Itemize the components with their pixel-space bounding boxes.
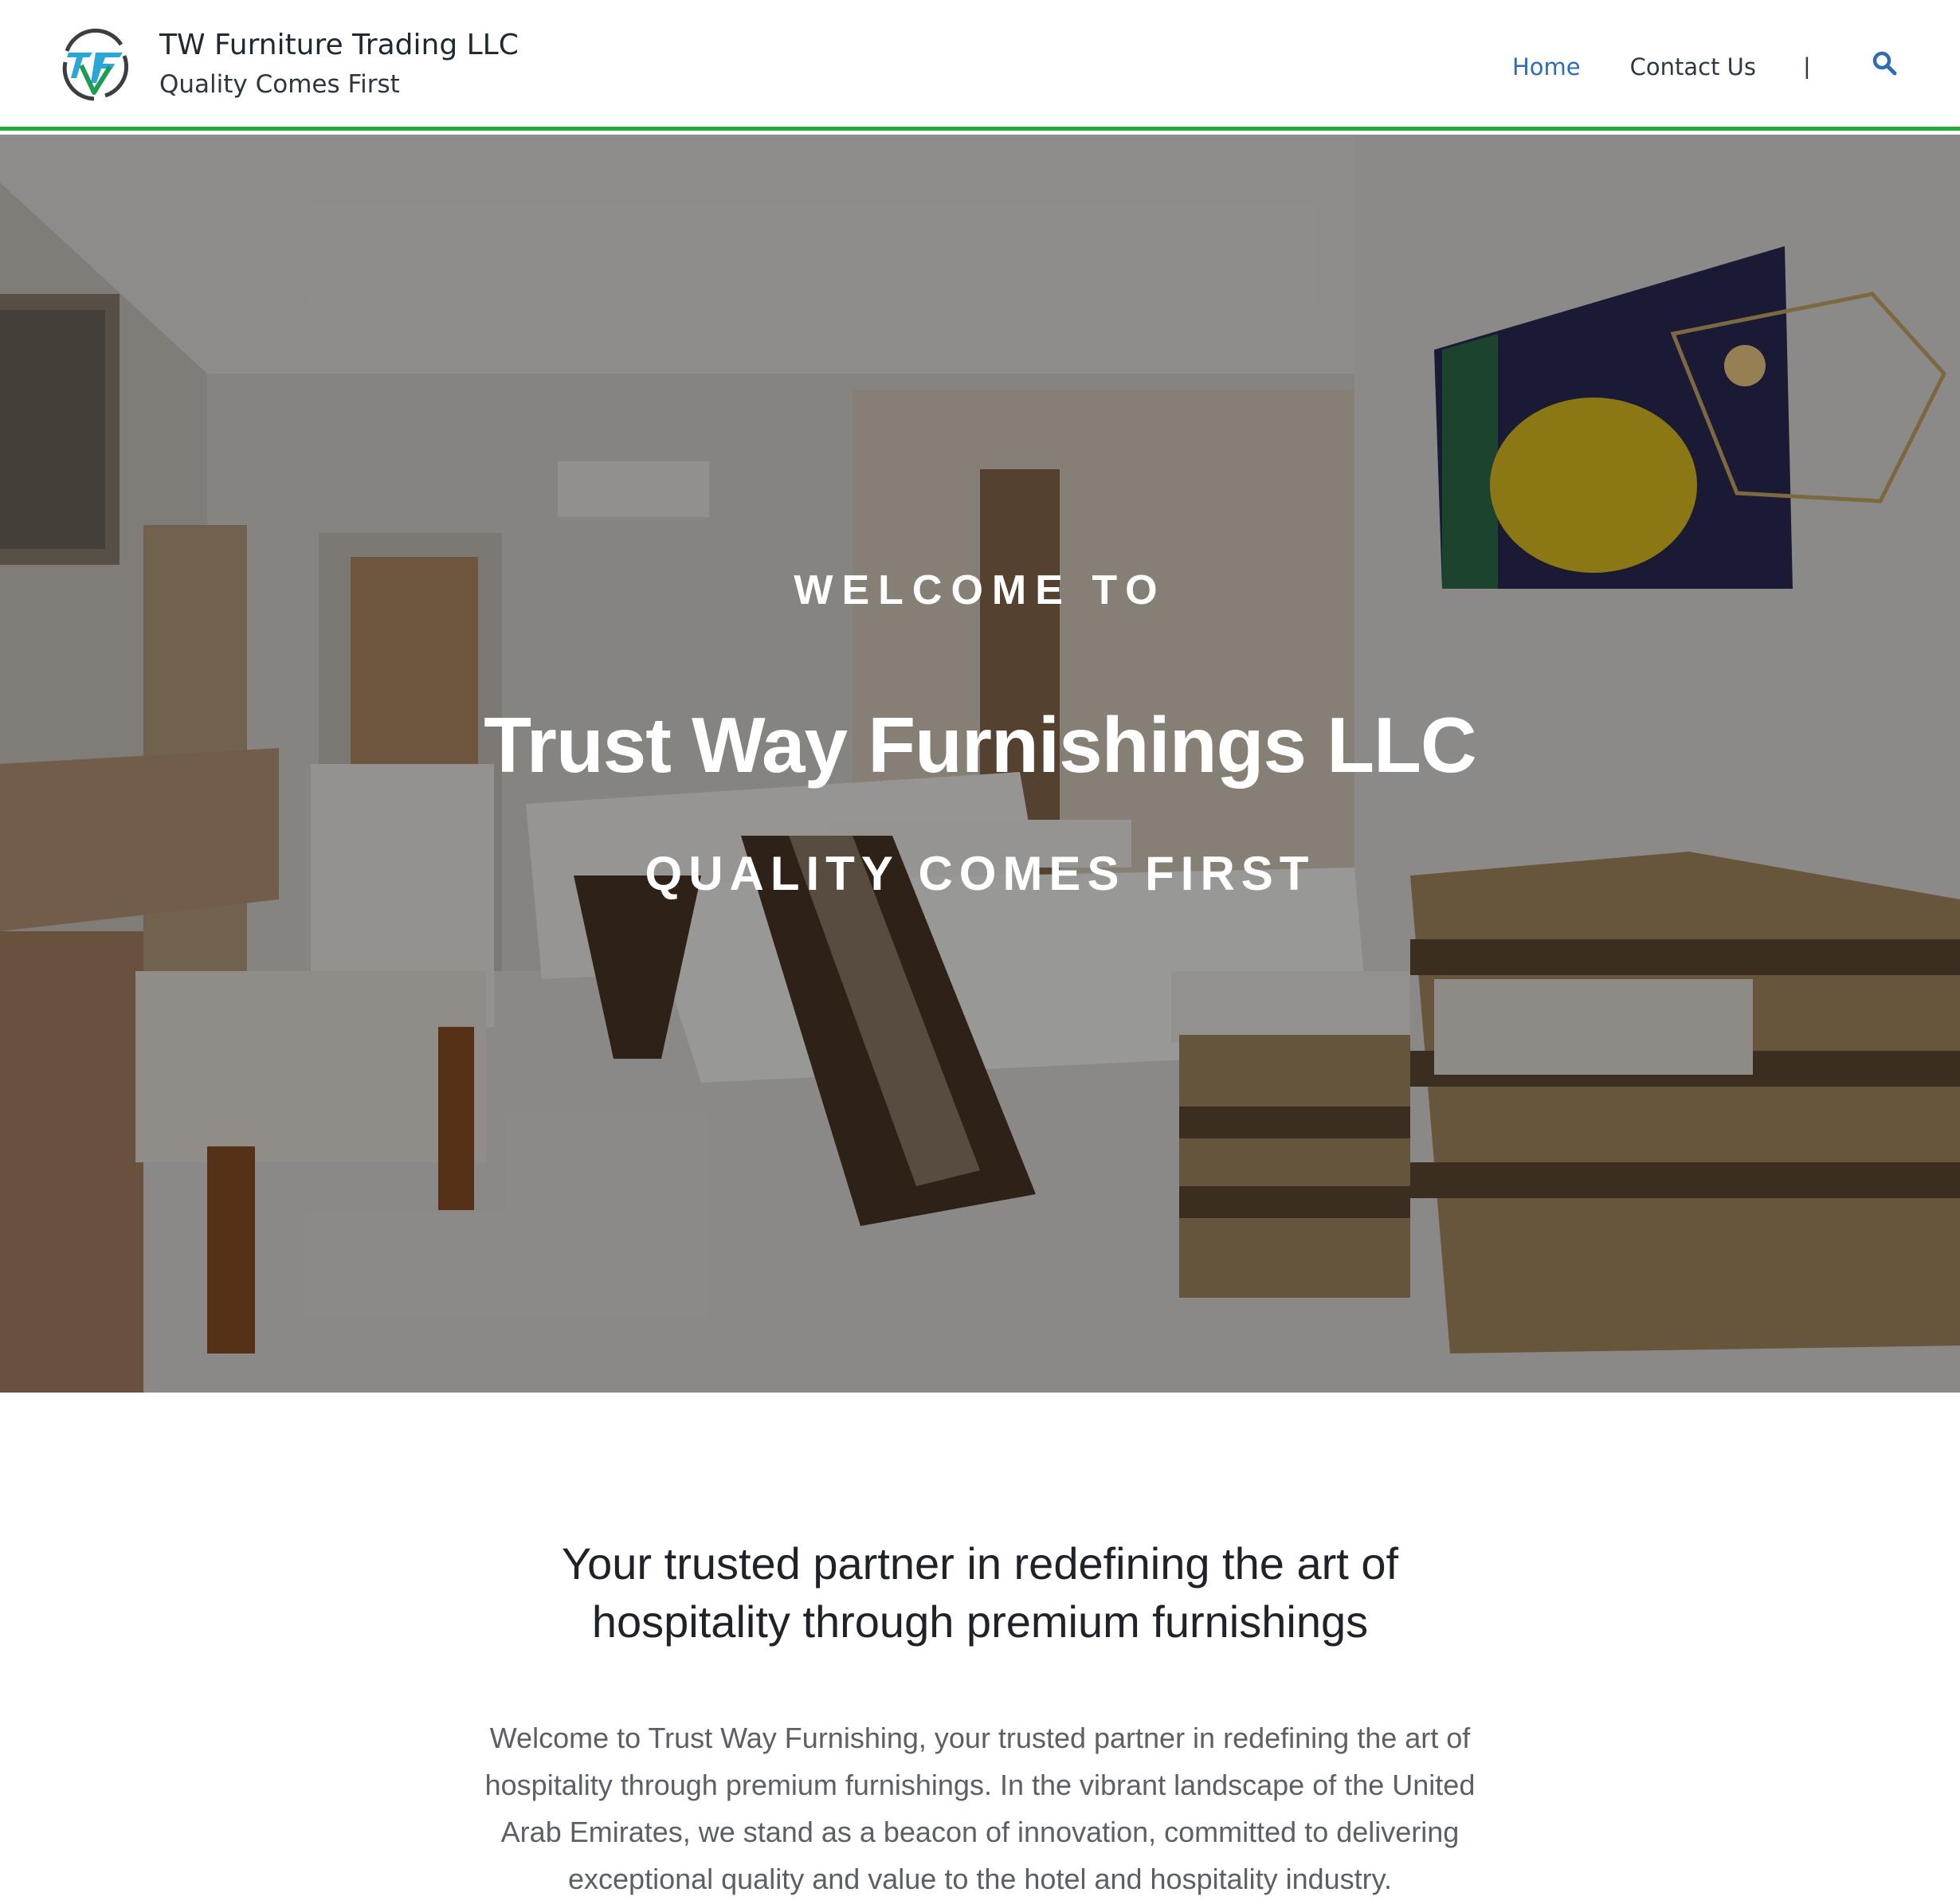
search-icon xyxy=(1872,51,1897,76)
nav-separator: | xyxy=(1804,53,1810,80)
brand-name[interactable]: TW Furniture Trading LLC xyxy=(159,29,519,61)
main-nav: Home Contact Us | xyxy=(1512,49,1810,84)
hero-subtitle: QUALITY COMES FIRST xyxy=(645,847,1315,900)
tw-logo-icon[interactable] xyxy=(57,27,131,104)
hero-banner: WELCOME TO Trust Way Furnishings LLC QUA… xyxy=(0,135,1960,1393)
hero-kicker: WELCOME TO xyxy=(794,567,1166,613)
hero-title: Trust Way Furnishings LLC xyxy=(484,701,1476,789)
nav-contact-link[interactable]: Contact Us xyxy=(1630,53,1756,80)
brand-tagline: Quality Comes First xyxy=(159,70,400,99)
intro-paragraph: Welcome to Trust Way Furnishing, your tr… xyxy=(484,1722,1476,1895)
intro-heading: Your trusted partner in redefining the a… xyxy=(561,1538,1399,1647)
nav-home-link[interactable]: Home xyxy=(1512,53,1581,80)
site-header: TW Furniture Trading LLC Quality Comes F… xyxy=(0,0,1960,131)
search-button[interactable] xyxy=(1869,48,1901,80)
